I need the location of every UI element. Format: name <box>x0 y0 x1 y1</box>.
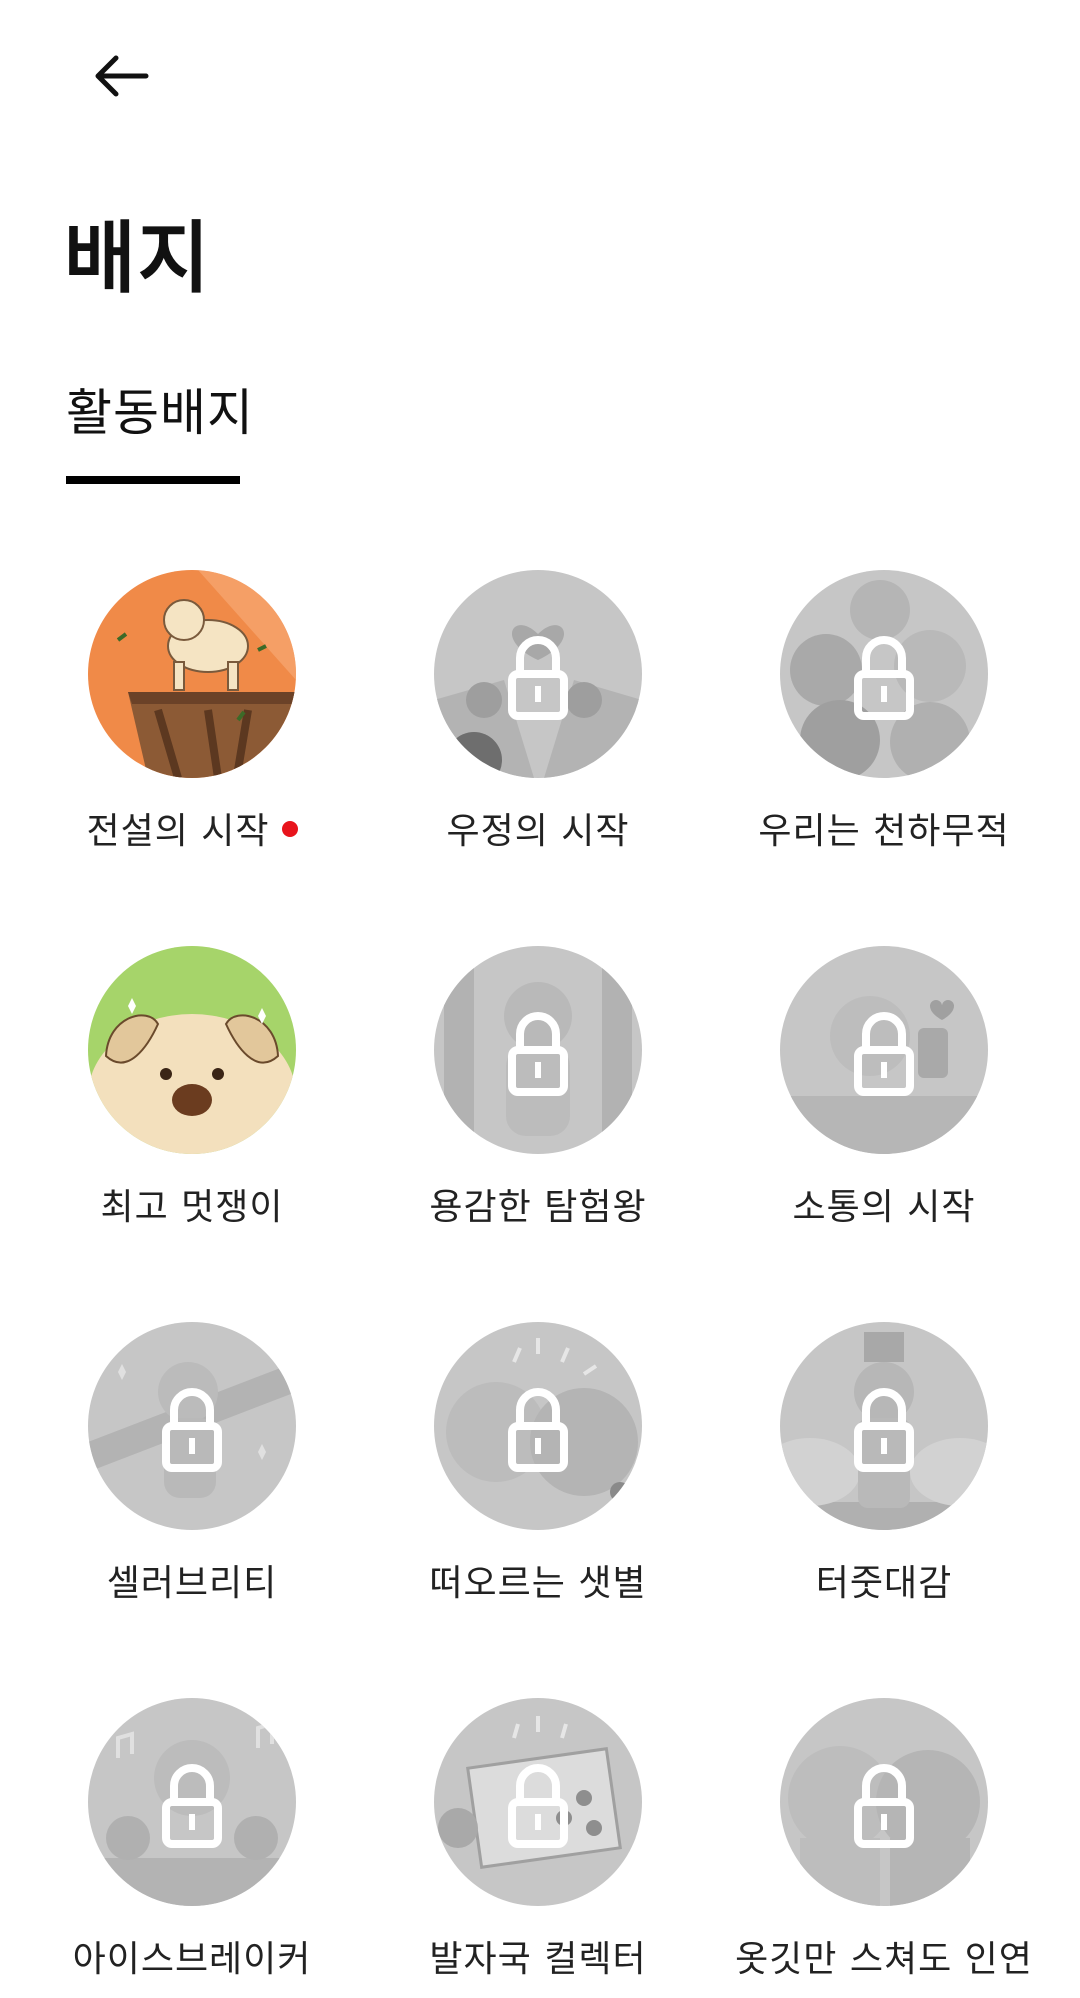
badge-label: 셀러브리티 <box>106 1563 278 1604</box>
badge-item[interactable]: 최고 멋쟁이 <box>8 946 348 1246</box>
badge-item[interactable]: 우리는 천하무적 <box>700 570 1040 870</box>
badge-label: 소통의 시작 <box>792 1187 976 1228</box>
badge-image <box>88 1322 296 1530</box>
badge-image <box>434 946 642 1154</box>
badge-item[interactable]: 발자국 컬렉터 <box>354 1698 694 1998</box>
badge-label: 터줏대감 <box>815 1563 953 1604</box>
badge-image <box>88 1698 296 1906</box>
badge-item[interactable]: 용감한 탐험왕 <box>354 946 694 1246</box>
badge-item[interactable]: 아이스브레이커 <box>8 1698 348 1998</box>
badge-label: 옷깃만 스쳐도 인연 <box>735 1939 1033 1980</box>
badge-item[interactable]: 소통의 시작 <box>700 946 1040 1246</box>
badge-item[interactable]: 우정의 시작 <box>354 570 694 870</box>
badge-image <box>434 1698 642 1906</box>
page-title: 배지 <box>64 214 212 304</box>
badge-image <box>434 1322 642 1530</box>
badge-label: 우정의 시작 <box>446 811 630 852</box>
badge-item[interactable]: 터줏대감 <box>700 1322 1040 1622</box>
tab-active-indicator <box>66 476 240 484</box>
badge-item[interactable]: 전설의 시작 <box>8 570 348 870</box>
tab-label: 활동배지 <box>66 384 254 442</box>
badge-label: 전설의 시작 <box>8 802 376 854</box>
badge-label: 최고 멋쟁이 <box>100 1187 284 1228</box>
arrow-left-icon <box>95 55 149 97</box>
badge-image <box>88 570 296 778</box>
badge-item[interactable]: 떠오르는 샛별 <box>354 1322 694 1622</box>
tab-activity-badges[interactable]: 활동배지 <box>66 384 254 484</box>
badge-label: 떠오르는 샛별 <box>429 1563 647 1604</box>
badge-label: 우리는 천하무적 <box>758 811 1010 852</box>
badge-image <box>780 1698 988 1906</box>
badge-image <box>780 570 988 778</box>
badge-image <box>780 1322 988 1530</box>
badge-image <box>434 570 642 778</box>
badge-item[interactable]: 옷깃만 스쳐도 인연 <box>700 1698 1040 1998</box>
badge-label: 아이스브레이커 <box>72 1939 312 1980</box>
badge-label: 발자국 컬렉터 <box>429 1939 647 1980</box>
new-indicator-dot <box>281 821 298 837</box>
badge-label: 용감한 탐험왕 <box>429 1187 647 1228</box>
badge-image <box>780 946 988 1154</box>
badge-item[interactable]: 셀러브리티 <box>8 1322 348 1622</box>
back-button[interactable] <box>80 44 160 108</box>
badge-image <box>88 946 296 1154</box>
